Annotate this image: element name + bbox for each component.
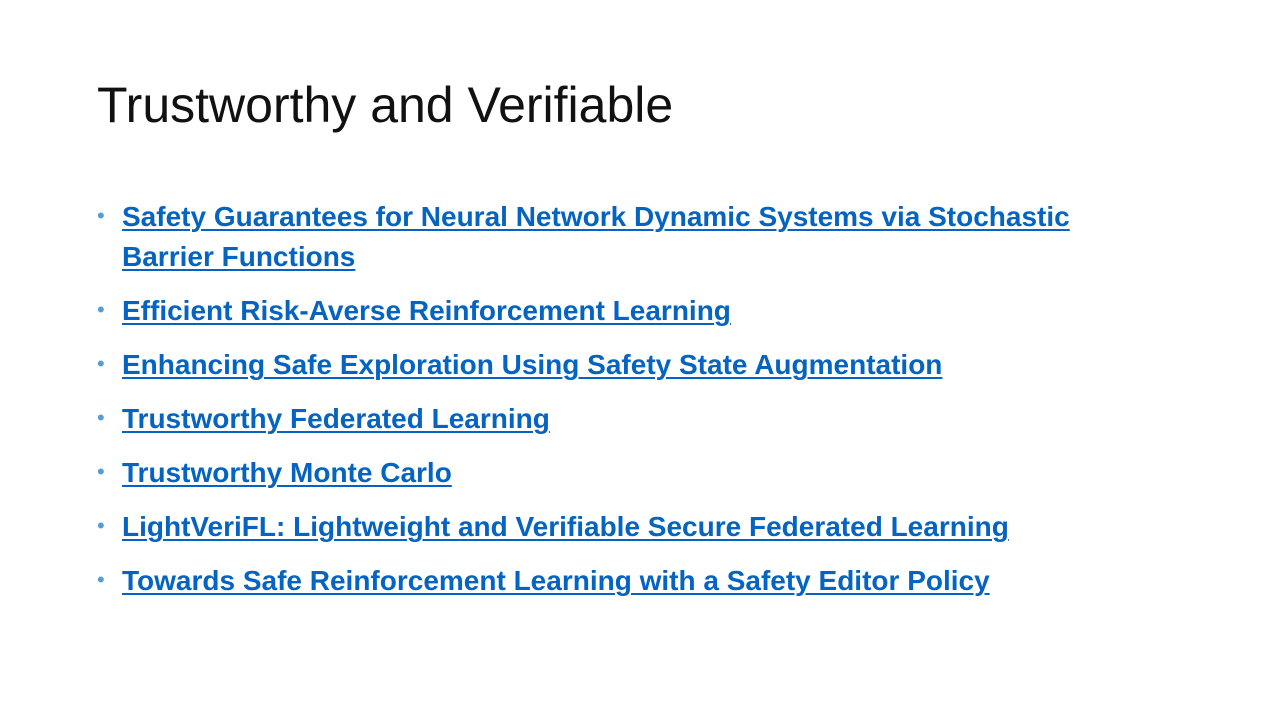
paper-link-trustworthy-federated-learning[interactable]: Trustworthy Federated Learning [122, 403, 550, 434]
bullet-icon: • [97, 513, 105, 538]
list-item: • Trustworthy Federated Learning [97, 399, 1197, 439]
list-item: • LightVeriFL: Lightweight and Verifiabl… [97, 507, 1197, 547]
list-item: • Enhancing Safe Exploration Using Safet… [97, 345, 1197, 385]
bullet-icon: • [97, 351, 105, 376]
list-item: • Efficient Risk-Averse Reinforcement Le… [97, 291, 1197, 331]
paper-link-safety-guarantees[interactable]: Safety Guarantees for Neural Network Dyn… [122, 197, 1082, 277]
paper-link-trustworthy-monte-carlo[interactable]: Trustworthy Monte Carlo [122, 457, 452, 488]
bullet-icon: • [97, 405, 105, 430]
list-item: • Safety Guarantees for Neural Network D… [97, 197, 1197, 277]
paper-link-lightverifl[interactable]: LightVeriFL: Lightweight and Verifiable … [122, 511, 1009, 542]
list-item: • Towards Safe Reinforcement Learning wi… [97, 561, 1197, 601]
list-item: • Trustworthy Monte Carlo [97, 453, 1197, 493]
link-list: • Safety Guarantees for Neural Network D… [97, 197, 1197, 615]
paper-link-risk-averse-rl[interactable]: Efficient Risk-Averse Reinforcement Lear… [122, 295, 731, 326]
slide: Trustworthy and Verifiable • Safety Guar… [0, 0, 1280, 720]
slide-title: Trustworthy and Verifiable [97, 77, 674, 133]
bullet-icon: • [97, 567, 105, 592]
bullet-icon: • [97, 203, 105, 228]
bullet-icon: • [97, 297, 105, 322]
paper-link-safe-exploration[interactable]: Enhancing Safe Exploration Using Safety … [122, 349, 942, 380]
paper-link-safety-editor-policy[interactable]: Towards Safe Reinforcement Learning with… [122, 565, 990, 596]
bullet-icon: • [97, 459, 105, 484]
